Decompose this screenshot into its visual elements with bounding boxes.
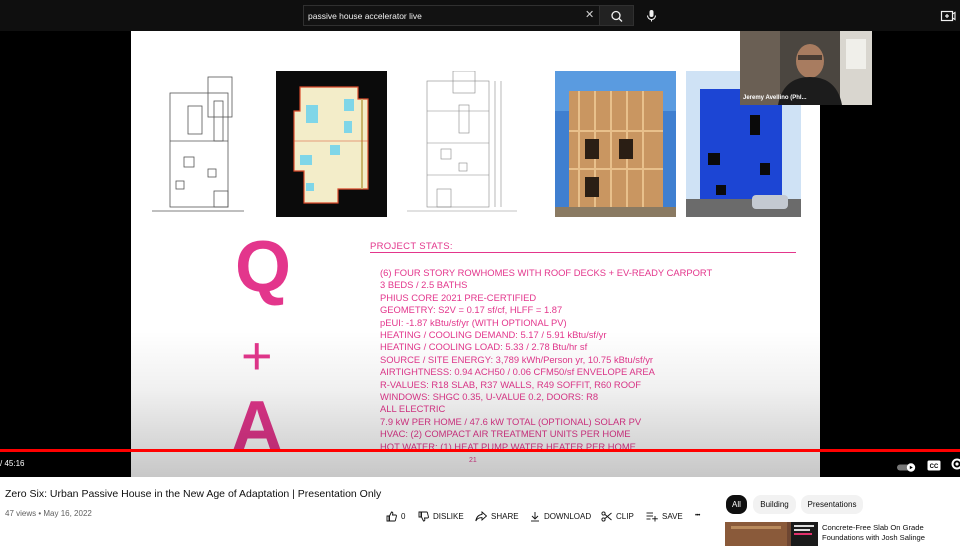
settings-button[interactable] (950, 457, 960, 471)
dislike-button[interactable]: DISLIKE (418, 509, 464, 523)
stats-item: R-VALUES: R18 SLAB, R37 WALLS, R49 SOFFI… (380, 379, 712, 391)
clear-search-icon[interactable]: ✕ (585, 9, 594, 22)
recommendation-title[interactable]: Concrete-Free Slab On Grade Foundations … (822, 523, 956, 543)
thumbnail-image (725, 522, 818, 546)
search-icon (600, 6, 634, 27)
stats-title: PROJECT STATS: (370, 241, 453, 252)
clip-label: CLIP (616, 512, 634, 521)
progress-bar-fill (0, 449, 960, 452)
share-button[interactable]: SHARE (475, 509, 519, 523)
elevation-drawing (150, 71, 246, 217)
chip-all[interactable]: All (726, 495, 747, 514)
thumbs-up-icon (386, 511, 397, 522)
autoplay-toggle[interactable] (897, 459, 917, 468)
webcam-overlay: Jeremy Avellino (Phl... (740, 31, 872, 105)
stats-item: 3 BEDS / 2.5 BATHS (380, 279, 712, 291)
slide-page-number: 21 (469, 457, 477, 464)
create-button[interactable] (940, 8, 956, 24)
stats-item: GEOMETRY: S2V = 0.17 sf/cf, HLFF = 1.87 (380, 304, 712, 316)
construction-photo (555, 71, 676, 217)
q-letter: Q (235, 231, 291, 303)
stats-list: (6) FOUR STORY ROWHOMES WITH ROOF DECKS … (380, 267, 712, 453)
stats-item: AIRTIGHTNESS: 0.94 ACH50 / 0.06 CFM50/sf… (380, 366, 712, 378)
dislike-label: DISLIKE (433, 512, 464, 521)
voice-search-button[interactable] (641, 5, 662, 26)
create-icon (940, 8, 956, 24)
stats-item: HEATING / COOLING LOAD: 5.33 / 2.78 Btu/… (380, 341, 712, 353)
captions-icon: CC (927, 460, 941, 471)
download-label: DOWNLOAD (544, 512, 591, 521)
like-count: 0 (401, 512, 405, 521)
recommendation-thumbnail[interactable] (725, 522, 818, 546)
video-player[interactable]: Q + A PROJECT STATS: (6) FOUR STORY ROWH… (0, 31, 960, 477)
a-letter: A (231, 391, 283, 463)
plus-letter: + (241, 329, 273, 383)
svg-text:CC: CC (930, 464, 939, 470)
chip-building[interactable]: Building (753, 495, 796, 514)
stats-item: ALL ELECTRIC (380, 403, 712, 415)
playlist-add-icon (646, 511, 658, 522)
stats-item: PHIUS CORE 2021 PRE-CERTIFIED (380, 292, 712, 304)
mic-icon (641, 5, 662, 26)
autoplay-toggle-icon (897, 463, 917, 472)
more-icon: ••• (695, 513, 700, 519)
search-button[interactable] (600, 5, 634, 26)
stats-item: 7.9 kW PER HOME / 47.6 kW TOTAL (OPTIONA… (380, 416, 712, 428)
captions-button[interactable]: CC (927, 458, 941, 469)
top-bar: ✕ (0, 0, 960, 31)
stats-item: HVAC: (2) COMPACT AIR TREATMENT UNITS PE… (380, 428, 712, 440)
download-button[interactable]: DOWNLOAD (530, 509, 591, 523)
floor-plan-drawing (276, 71, 387, 217)
presentation-slide: Q + A PROJECT STATS: (6) FOUR STORY ROWH… (131, 31, 820, 477)
stats-item: WINDOWS: SHGC 0.35, U-VALUE 0.2, DOORS: … (380, 391, 712, 403)
stats-item: (6) FOUR STORY ROWHOMES WITH ROOF DECKS … (380, 267, 712, 279)
presenter-name: Jeremy Avellino (Phl... (743, 95, 807, 101)
stats-divider (370, 252, 796, 253)
gear-icon (950, 457, 960, 471)
stats-item: pEUI: -1.87 kBtu/sf/yr (WITH OPTIONAL PV… (380, 317, 712, 329)
video-title: Zero Six: Urban Passive House in the New… (5, 488, 381, 500)
video-meta: 47 views • May 16, 2022 (5, 509, 92, 518)
like-button[interactable]: 0 (386, 509, 405, 523)
save-button[interactable]: SAVE (646, 509, 683, 523)
save-label: SAVE (662, 512, 683, 521)
chip-presentations[interactable]: Presentations (801, 495, 863, 514)
share-label: SHARE (491, 512, 519, 521)
scissors-icon (601, 511, 612, 522)
search-box: ✕ (303, 5, 600, 26)
stats-item: HEATING / COOLING DEMAND: 5.17 / 5.91 kB… (380, 329, 712, 341)
thumbs-down-icon (418, 511, 429, 522)
share-icon (475, 511, 487, 522)
time-display: / 45:16 (0, 459, 24, 468)
section-drawing (397, 71, 525, 217)
presenter-video (740, 31, 872, 105)
download-icon (530, 511, 540, 522)
more-actions-button[interactable]: ••• (695, 509, 700, 523)
clip-button[interactable]: CLIP (601, 509, 634, 523)
search-input[interactable] (308, 8, 576, 23)
progress-bar[interactable] (0, 449, 960, 452)
stats-item: SOURCE / SITE ENERGY: 3,789 kWh/Person y… (380, 354, 712, 366)
